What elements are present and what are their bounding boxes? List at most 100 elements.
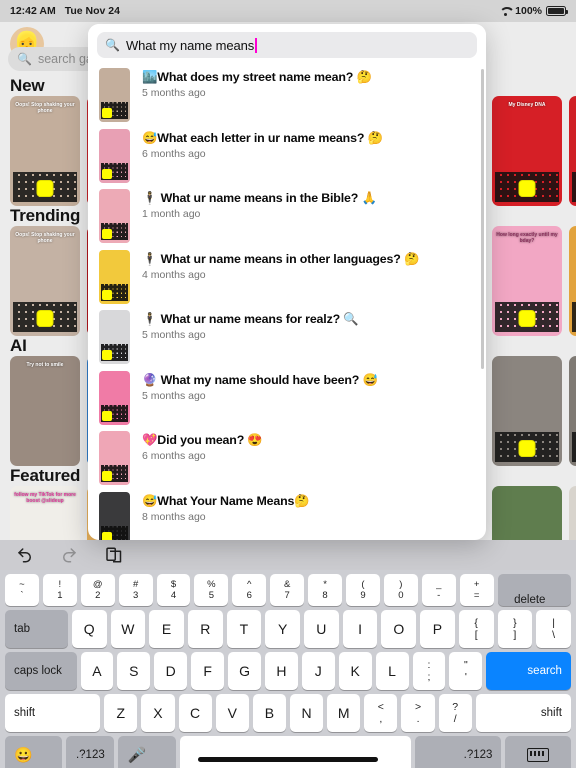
key-o[interactable]: O [381, 610, 417, 648]
key-0[interactable]: ) 0 [383, 574, 418, 606]
key-e[interactable]: E [149, 610, 184, 648]
game-card[interactable]: How long exactly until my bday? [492, 226, 562, 336]
key-shift-left[interactable]: shift [5, 694, 101, 732]
list-item[interactable]: 🕴️ What ur name means in other languages… [88, 247, 486, 308]
key-2[interactable]: @2 [80, 574, 115, 606]
key-period[interactable]: >. [401, 694, 435, 732]
list-item[interactable]: 😅What each letter in ur name means? 🤔 6 … [88, 126, 486, 187]
key-6[interactable]: ^ 6 [232, 574, 267, 606]
game-card[interactable]: Oops! Stop shaking your phone [10, 96, 80, 206]
key-f[interactable]: F [191, 652, 225, 690]
game-card[interactable] [569, 356, 576, 466]
card-caption: follow my TikTok for more boost @slideup [14, 492, 76, 504]
result-text: 💖Did you mean? 😍 6 months ago [142, 431, 263, 463]
key-v[interactable]: V [215, 694, 249, 732]
key-semicolon[interactable]: :; [412, 652, 446, 690]
game-card[interactable]: My Disney DNA [492, 96, 562, 206]
key-search[interactable]: search [486, 652, 571, 690]
paste-icon[interactable] [104, 546, 122, 564]
key-i[interactable]: I [342, 610, 378, 648]
key-t[interactable]: T [226, 610, 262, 648]
key-s[interactable]: S [117, 652, 151, 690]
game-card[interactable] [492, 356, 562, 466]
home-indicator [198, 757, 378, 762]
key-bracket-right[interactable]: }] [497, 610, 533, 648]
game-card[interactable]: Which one are you [569, 96, 576, 206]
key-numeric-right[interactable]: .?123 [415, 736, 502, 768]
key-backslash[interactable]: | \ [536, 610, 571, 648]
emoji-icon[interactable]: 😀 [5, 736, 63, 768]
key-k[interactable]: K [338, 652, 372, 690]
key-r[interactable]: R [187, 610, 223, 648]
keyboard-dismiss-icon[interactable] [505, 736, 571, 768]
key-c[interactable]: C [178, 694, 212, 732]
key-5[interactable]: % 5 [194, 574, 229, 606]
key-equals[interactable]: + = [459, 574, 494, 606]
key-quote[interactable]: " ' [449, 652, 483, 690]
key-h[interactable]: H [264, 652, 298, 690]
list-item[interactable]: 🕴️ What ur name means in the Bible? 🙏 1 … [88, 186, 486, 247]
key-slash[interactable]: ? / [438, 694, 472, 732]
game-card[interactable]: Personality [569, 226, 576, 336]
key-n[interactable]: N [289, 694, 324, 732]
on-screen-keyboard: ~ ` ! 1 @2 #3 $4 % 5 ^ 6 & 7 * 8 (9 ) 0 _ - + = d… [0, 570, 576, 768]
key-w[interactable]: W [110, 610, 146, 648]
result-timestamp: 8 months ago [142, 510, 206, 523]
list-item[interactable]: 🏙️What does my street name mean? 🤔 5 mon… [88, 65, 486, 126]
key-numeric-left[interactable]: .?123 [66, 736, 115, 768]
result-title: 🕴️ What ur name means for realz? 🔍 [142, 312, 359, 326]
key-d[interactable]: D [154, 652, 188, 690]
key-9[interactable]: (9 [346, 574, 380, 606]
results-scrollbar[interactable] [481, 69, 484, 539]
key-b[interactable]: B [252, 694, 286, 732]
result-title: 🔮 What my name should have been? 😅 [142, 372, 378, 387]
result-text: 🕴️ What ur name means for realz? 🔍 5 mon… [142, 310, 359, 342]
key-p[interactable]: P [420, 610, 455, 648]
key-space[interactable] [179, 736, 412, 768]
key-bracket-left[interactable]: {[ [458, 610, 494, 648]
result-timestamp: 6 months ago [142, 147, 206, 160]
key-z[interactable]: Z [104, 694, 138, 732]
keyboard-row-shift: shift Z X C V B N M <, >. ? / shift [3, 694, 573, 732]
scrollbar-thumb[interactable] [481, 69, 484, 369]
card-caption: Oops! Stop shaking your phone [15, 232, 75, 244]
battery-percent: 100% [515, 5, 542, 17]
list-item[interactable]: 💖Did you mean? 😍 6 months ago [88, 428, 486, 489]
key-a[interactable]: A [80, 652, 114, 690]
card-caption: Try not to smile [26, 362, 64, 368]
list-item[interactable]: 😅What Your Name Means🤔 8 months ago [88, 489, 486, 540]
game-card[interactable]: Oops! Stop shaking your phone [10, 226, 80, 336]
redo-icon [63, 548, 77, 563]
key-3[interactable]: #3 [118, 574, 153, 606]
key-comma[interactable]: <, [364, 694, 398, 732]
result-timestamp: 4 months ago [142, 268, 206, 281]
key-delete[interactable]: delete [497, 574, 571, 606]
key-m[interactable]: M [327, 694, 361, 732]
key-7[interactable]: & 7 [270, 574, 305, 606]
key-g[interactable]: G [228, 652, 261, 690]
key-caps-lock[interactable]: caps lock [5, 652, 77, 690]
key-shift-right[interactable]: shift [475, 694, 571, 732]
key-4[interactable]: $4 [156, 574, 191, 606]
key-q[interactable]: Q [71, 610, 107, 648]
search-input[interactable]: 🔍 What my name means [97, 32, 477, 58]
search-results-list[interactable]: 🏙️What does my street name mean? 🤔 5 mon… [88, 65, 486, 540]
key-1[interactable]: ! 1 [42, 574, 77, 606]
key-tilde[interactable]: ~ ` [5, 574, 39, 606]
key-tab[interactable]: tab [5, 610, 68, 648]
undo-icon[interactable] [16, 546, 34, 564]
list-item[interactable]: 🕴️ What ur name means for realz? 🔍 5 mon… [88, 307, 486, 368]
key-l[interactable]: L [375, 652, 409, 690]
microphone-icon[interactable]: 🎤 [118, 736, 176, 768]
text-cursor [255, 37, 258, 53]
key-minus[interactable]: _ - [421, 574, 456, 606]
key-j[interactable]: J [301, 652, 335, 690]
key-y[interactable]: Y [265, 610, 301, 648]
key-8[interactable]: * 8 [308, 574, 343, 606]
game-card[interactable]: Try not to smile [10, 356, 80, 466]
key-x[interactable]: X [141, 694, 175, 732]
result-title: 🏙️What does my street name mean? 🤔 [142, 70, 372, 84]
result-timestamp: 1 month ago [142, 208, 201, 220]
list-item[interactable]: 🔮 What my name should have been? 😅 5 mon… [88, 368, 486, 429]
key-u[interactable]: U [304, 610, 339, 648]
